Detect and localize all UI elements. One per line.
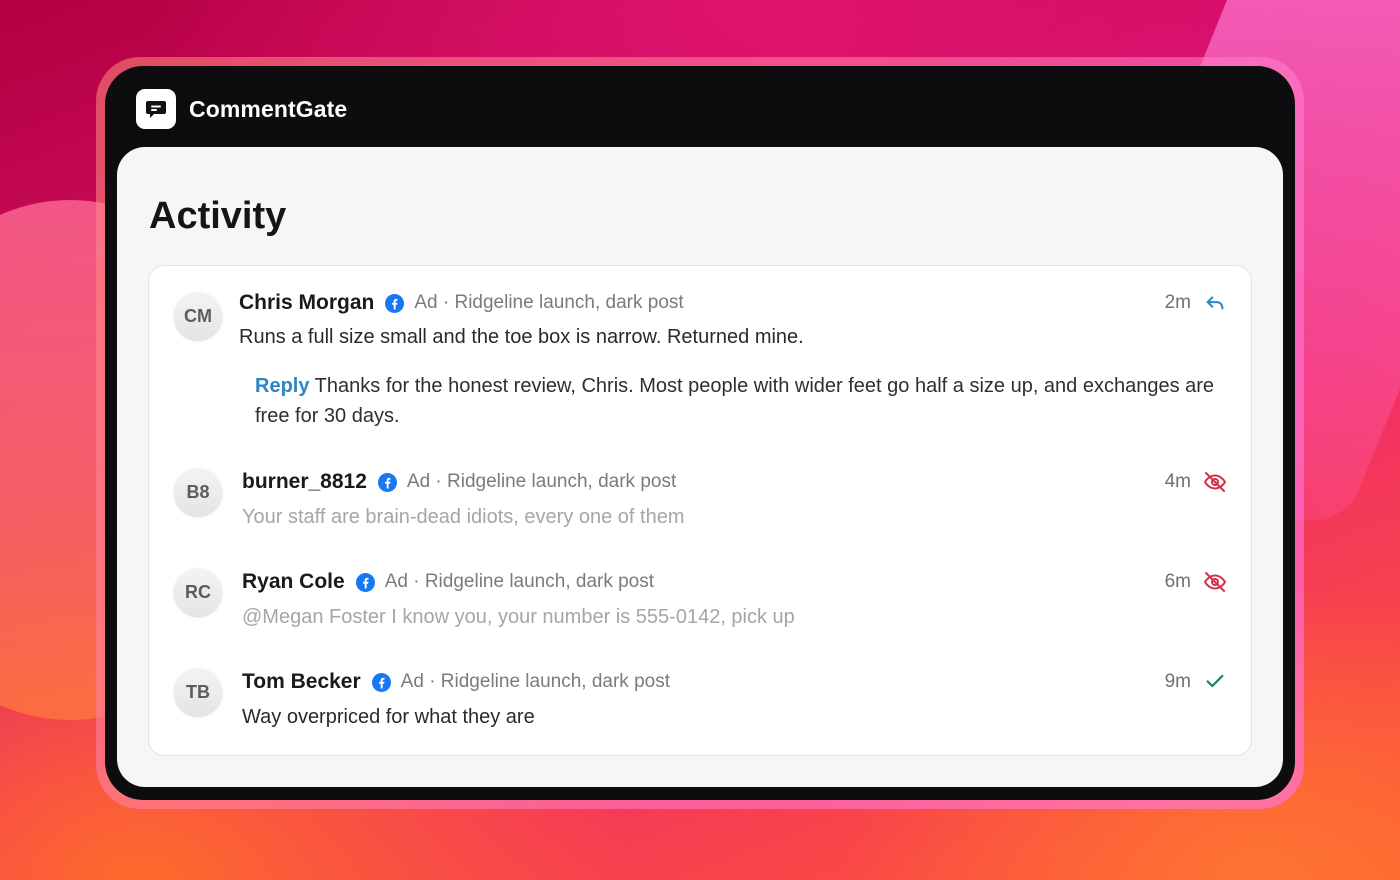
comment-author[interactable]: burner_8812 (242, 470, 367, 494)
reply-label: Reply (255, 375, 310, 397)
avatar: TB (174, 668, 222, 716)
comment-author[interactable]: Ryan Cole (242, 570, 345, 594)
reply-icon[interactable] (1202, 290, 1228, 316)
comment-header: Chris Morgan Ad · Ridgeline launch, dark… (239, 289, 684, 317)
checkmark-icon[interactable] (1202, 668, 1228, 694)
main-panel: Activity CM Chris Morgan Ad · Ridgeline … (117, 147, 1283, 787)
reply-text: Thanks for the honest review, Chris. Mos… (255, 375, 1215, 427)
comment-text: @Megan Foster I know you, your number is… (242, 606, 795, 628)
app-titlebar: CommentGate (136, 89, 347, 129)
facebook-icon (377, 472, 397, 492)
comment-text: Runs a full size small and the toe box i… (239, 326, 804, 348)
comment-text: Way overpriced for what they are (242, 706, 535, 728)
comment-header: Tom Becker Ad · Ridgeline launch, dark p… (242, 668, 670, 696)
comment-author[interactable]: Tom Becker (242, 670, 361, 694)
comment-item-tom-becker[interactable]: TB Tom Becker Ad · Ridgeline launch, dar… (149, 646, 1253, 756)
comment-item-chris-morgan[interactable]: CM Chris Morgan Ad · Ridgeline launch, d… (149, 266, 1253, 446)
facebook-icon (385, 293, 405, 313)
comment-header: Ryan Cole Ad · Ridgeline launch, dark po… (242, 568, 654, 596)
comment-meta: Ad · Ridgeline launch, dark post (406, 471, 677, 492)
comment-reply: Reply Thanks for the honest review, Chri… (255, 371, 1215, 431)
eye-off-icon[interactable] (1202, 569, 1228, 595)
comment-time: 2m (1164, 292, 1191, 313)
avatar: CM (174, 292, 222, 340)
comment-meta: Ad · Ridgeline launch, dark post (384, 571, 655, 592)
app-title: CommentGate (189, 95, 348, 122)
comment-author[interactable]: Chris Morgan (239, 291, 374, 315)
comment-header: burner_8812 Ad · Ridgeline launch, dark … (242, 468, 676, 496)
avatar: RC (174, 568, 222, 616)
comment-time: 6m (1164, 571, 1191, 592)
comment-meta: Ad · Ridgeline launch, dark post (414, 292, 684, 313)
eye-off-icon[interactable] (1202, 469, 1228, 495)
facebook-icon (355, 572, 375, 592)
comment-item-ryan-cole[interactable]: RC Ryan Cole Ad · Ridgeline launch, dark… (149, 546, 1253, 646)
facebook-icon (371, 672, 391, 692)
avatar: B8 (174, 468, 222, 516)
chat-bubble-icon (136, 89, 176, 129)
page-title: Activity (149, 195, 287, 237)
comment-time: 4m (1164, 471, 1191, 492)
comment-text: Your staff are brain-dead idiots, every … (242, 506, 685, 528)
activity-feed: CM Chris Morgan Ad · Ridgeline launch, d… (148, 265, 1252, 756)
comment-meta: Ad · Ridgeline launch, dark post (400, 671, 670, 692)
comment-item-burner-8812[interactable]: B8 burner_8812 Ad · Ridgeline launch, da… (149, 446, 1253, 546)
app-window: CommentGate Activity CM Chris Morgan Ad … (105, 66, 1295, 800)
comment-time: 9m (1164, 671, 1191, 692)
